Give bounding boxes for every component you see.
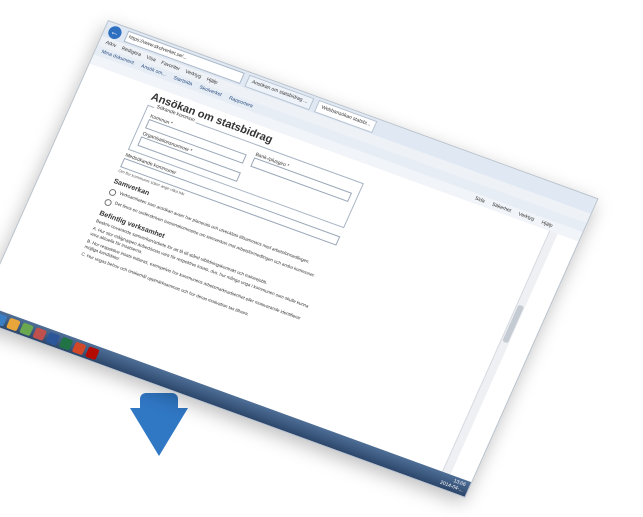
arrow-down-icon bbox=[130, 408, 188, 456]
powerpoint-icon[interactable] bbox=[71, 341, 87, 355]
browser-screenshot: ← https://www.skolverket.se/... Ansökan … bbox=[0, 20, 599, 498]
app-icon[interactable] bbox=[19, 321, 35, 336]
app-icon[interactable] bbox=[32, 326, 48, 341]
word-icon[interactable] bbox=[45, 331, 61, 346]
excel-icon[interactable] bbox=[58, 336, 74, 351]
samverkan-radio-1[interactable] bbox=[107, 188, 118, 197]
explorer-icon[interactable] bbox=[6, 317, 21, 331]
samverkan-radio-2[interactable] bbox=[103, 198, 113, 207]
pdf-icon[interactable] bbox=[85, 345, 100, 360]
